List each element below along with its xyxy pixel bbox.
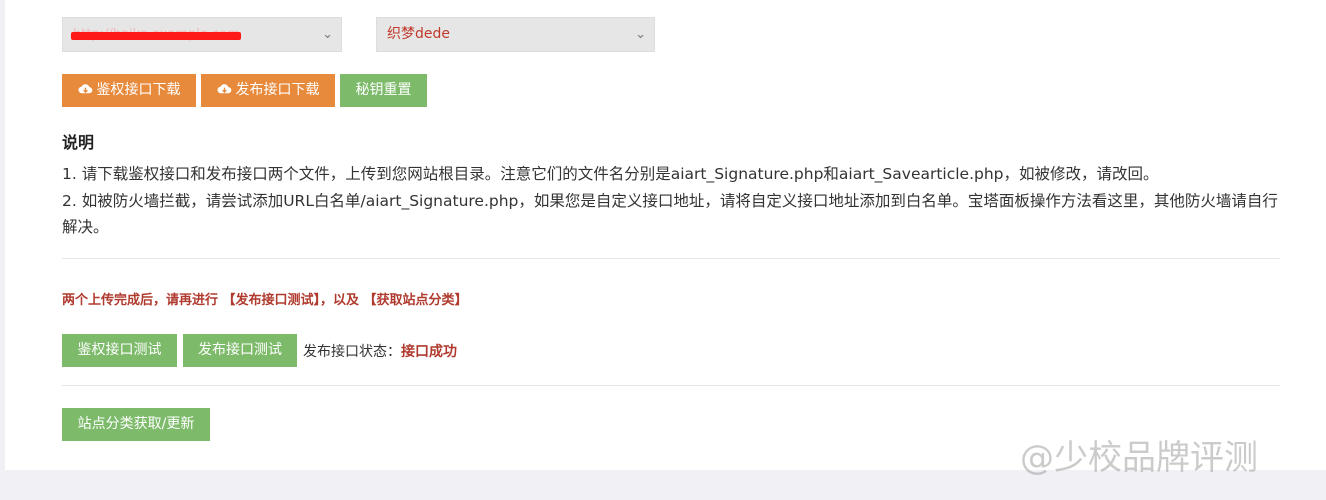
cms-type-select[interactable]: 织梦dede ⌄ [376, 17, 655, 52]
watermark: @少校品牌评测 [1020, 438, 1258, 478]
chevron-down-icon: ⌄ [322, 27, 333, 42]
publish-test-label: 发布接口测试 [198, 342, 282, 358]
chevron-down-icon: ⌄ [635, 27, 646, 42]
cloud-download-icon [77, 84, 92, 94]
instructions-heading: 说明 [62, 133, 95, 152]
auth-test-label: 鉴权接口测试 [77, 342, 162, 358]
publish-download-label: 发布接口下载 [235, 82, 320, 98]
instruction-line-2: 2. 如被防火墙拦截，请尝试添加URL白名单/aiart_Signature.p… [62, 191, 1278, 237]
redaction-mark [71, 32, 241, 40]
publish-download-button[interactable]: 发布接口下载 [201, 74, 335, 107]
reset-key-label: 秘钥重置 [355, 82, 412, 98]
instruction-line-1: 1. 请下载鉴权接口和发布接口两个文件，上传到您网站根目录。注意它们的文件名分别… [62, 165, 1159, 183]
fetch-categories-label: 站点分类获取/更新 [77, 416, 195, 432]
settings-panel: http://baike.example.com ⌄ 织梦dede ⌄ 鉴权接口… [5, 0, 1326, 470]
site-url-select[interactable]: http://baike.example.com ⌄ [62, 17, 342, 52]
auth-download-button[interactable]: 鉴权接口下载 [62, 74, 196, 107]
upload-notice: 两个上传完成后，请再进行 【发布接口测试】，以及 【获取站点分类】 [62, 293, 468, 308]
divider [62, 258, 1280, 259]
cms-type-value: 织梦dede [387, 26, 450, 42]
reset-key-button[interactable]: 秘钥重置 [340, 74, 427, 107]
divider [62, 385, 1280, 386]
auth-download-label: 鉴权接口下载 [96, 82, 181, 98]
auth-test-button[interactable]: 鉴权接口测试 [62, 334, 177, 367]
publish-test-button[interactable]: 发布接口测试 [183, 334, 297, 367]
publish-status: 发布接口状态：接口成功 [303, 341, 457, 361]
publish-status-label: 发布接口状态： [303, 344, 401, 360]
fetch-categories-button[interactable]: 站点分类获取/更新 [62, 408, 210, 441]
publish-status-value: 接口成功 [401, 344, 457, 360]
cloud-download-icon [216, 84, 231, 94]
instructions-text: 1. 请下载鉴权接口和发布接口两个文件，上传到您网站根目录。注意它们的文件名分别… [62, 161, 1282, 241]
